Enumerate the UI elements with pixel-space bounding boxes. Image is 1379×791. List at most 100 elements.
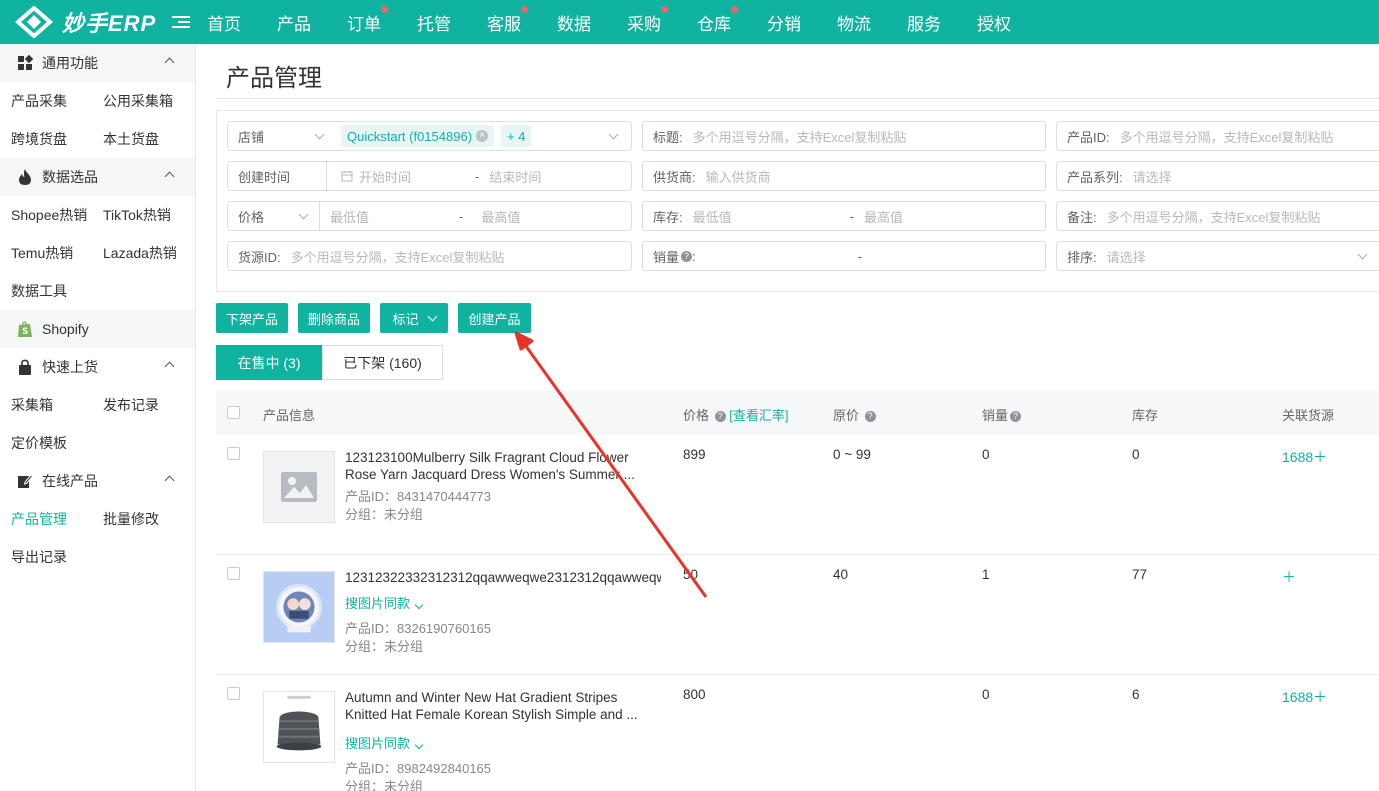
product-series-select[interactable]: 产品系列: 请选择 [1056,161,1379,191]
help-icon[interactable]: ? [681,250,693,262]
product-image[interactable] [263,691,335,763]
sidebar-item-product-management[interactable]: 产品管理 [0,509,92,529]
nav-authorization[interactable]: 授权 [977,10,1047,35]
product-id-field[interactable]: 产品ID: 多个用逗号分隔，支持Excel复制粘贴 [1056,121,1379,151]
sidebar-item-batch-edit[interactable]: 批量修改 [92,509,184,529]
search-similar-image[interactable]: 搜图片同款 [345,593,424,612]
sidebar-item-local[interactable]: 本土货盘 [92,129,184,149]
store-more-tag[interactable]: + 4 [501,125,532,147]
title-field[interactable]: 标题: 多个用逗号分隔，支持Excel复制粘贴 [642,121,1046,151]
close-icon[interactable]: × [476,130,489,142]
sidebar-group-quick-list[interactable]: 快速上货 [0,348,195,386]
nav-purchase[interactable]: 采购 [627,5,697,35]
nav-services[interactable]: 服务 [907,10,977,35]
sidebar-item-temu-hot[interactable]: Temu热销 [0,243,92,263]
sales-range[interactable]: 销量 ? : - [642,241,1046,271]
sort-select[interactable]: 排序: 请选择 [1056,241,1379,271]
header-source: 关联货源 [1282,408,1335,423]
help-icon[interactable]: ? [864,411,876,422]
create-product-button[interactable]: 创建产品 [458,303,531,333]
sidebar-group-online[interactable]: 在线产品 [0,462,195,500]
delete-button[interactable]: 删除商品 [298,303,370,333]
app-logo[interactable]: 妙手ERP [14,6,164,38]
header-sales-label: 销量 [982,408,1009,423]
nav-products[interactable]: 产品 [277,10,347,35]
row-checkbox[interactable] [227,567,240,580]
create-time-label: 创建时间 [238,169,291,185]
link-source-1688[interactable]: 1688＋ [1282,447,1327,467]
sidebar-item-pricing-template[interactable]: 定价模板 [0,433,92,453]
note-placeholder: 多个用逗号分隔，支持Excel复制粘贴 [1106,209,1321,225]
header-stock: 库存 [1132,408,1159,423]
sidebar-group-shopify[interactable]: S Shopify [0,310,195,348]
note-field[interactable]: 备注: 多个用逗号分隔，支持Excel复制粘贴 [1056,201,1379,231]
stock-range[interactable]: 库存: 最低值 - 最高值 [642,201,1046,231]
source-id-field[interactable]: 货源ID: 多个用逗号分隔，支持Excel复制粘贴 [227,241,632,271]
product-title[interactable]: Autumn and Winter New Hat Gradient Strip… [345,689,645,723]
select-all-checkbox[interactable] [227,406,240,419]
nav-home[interactable]: 首页 [207,10,277,35]
table-row: 123123100Mulberry Silk Fragrant Cloud Fl… [216,435,1379,555]
price-value: 899 [683,447,706,462]
sidebar-item-publish-log[interactable]: 发布记录 [92,395,184,415]
sidebar-item-export-log[interactable]: 导出记录 [0,547,92,567]
chevron-up-icon [164,475,175,486]
sidebar-item-public-box[interactable]: 公用采集箱 [92,91,184,111]
price-range[interactable]: 价格 最低值 - 最高值 [227,201,632,231]
tab-on-sale[interactable]: 在售中 (3) [216,345,322,380]
store-tag[interactable]: Quickstart (f0154896) × [341,125,495,147]
view-exchange-rate-link[interactable]: [查看汇率] [729,408,788,423]
nav-data[interactable]: 数据 [557,10,627,35]
delist-button[interactable]: 下架产品 [216,303,288,333]
tab-off-sale[interactable]: 已下架 (160) [322,345,443,380]
help-icon[interactable]: ? [1010,411,1022,422]
row-checkbox[interactable] [227,447,240,460]
chevron-down-icon [427,311,437,321]
product-id-value: 8326190760165 [397,621,492,636]
help-icon[interactable]: ? [714,411,726,422]
create-time-range[interactable]: 创建时间 开始时间 - 结束时间 [227,161,632,191]
link-source-1688[interactable]: 1688＋ [1282,687,1327,707]
nav-hosting[interactable]: 托管 [417,10,487,35]
product-id-placeholder: 多个用逗号分隔，支持Excel复制粘贴 [1119,129,1334,145]
supplier-field[interactable]: 供货商: 输入供货商 [642,161,1046,191]
store-select[interactable]: 店铺 Quickstart (f0154896) × + 4 [227,121,632,151]
product-image-placeholder[interactable] [263,451,335,523]
sidebar-item-lazada-hot[interactable]: Lazada热销 [92,243,184,263]
product-title[interactable]: 123123100Mulberry Silk Fragrant Cloud Fl… [345,449,645,483]
edit-doc-icon [16,472,34,490]
row-checkbox[interactable] [227,687,240,700]
shopify-bag-icon: S [16,320,34,338]
nav-distribution[interactable]: 分销 [767,10,837,35]
sidebar-group-general[interactable]: 通用功能 [0,44,195,82]
sidebar-item-collect[interactable]: 产品采集 [0,91,92,111]
nav-orders[interactable]: 订单 [347,5,417,35]
link-source-add[interactable]: ＋ [1282,567,1296,587]
notification-dot [381,5,388,13]
product-title[interactable]: 12312322332312312qqawweqwe2312312qqawweq… [345,569,661,586]
sidebar-item-shopee-hot[interactable]: Shopee热销 [0,205,92,225]
mark-dropdown-button[interactable]: 标记 [380,303,448,333]
sidebar-item-data-tools[interactable]: 数据工具 [0,281,92,301]
nav-logistics[interactable]: 物流 [837,10,907,35]
store-label: 店铺 [238,129,265,145]
sidebar-group-data-select[interactable]: 数据选品 [0,158,195,196]
nav-service[interactable]: 客服 [487,5,557,35]
chevron-up-icon [164,57,175,68]
product-photo-hat [264,692,334,762]
sales-value: 1 [982,567,990,582]
header-sales: 销量? [982,405,1022,424]
nav-warehouse[interactable]: 仓库 [697,5,767,35]
sidebar-group-label: Shopify [42,321,89,337]
title-label: 标题: [653,129,683,145]
sidebar-item-collect-box[interactable]: 采集箱 [0,395,92,415]
sidebar-item-cross-border[interactable]: 跨境货盘 [0,129,92,149]
series-placeholder: 请选择 [1132,169,1172,185]
header-original-price: 原价 ? [833,405,876,424]
logo-diamond-icon [14,6,54,38]
search-similar-image[interactable]: 搜图片同款 [345,733,424,752]
chevron-down-icon [414,600,424,610]
sidebar-item-tiktok-hot[interactable]: TikTok热销 [92,205,184,225]
menu-toggle-icon[interactable] [172,16,190,28]
product-image[interactable] [263,571,335,643]
